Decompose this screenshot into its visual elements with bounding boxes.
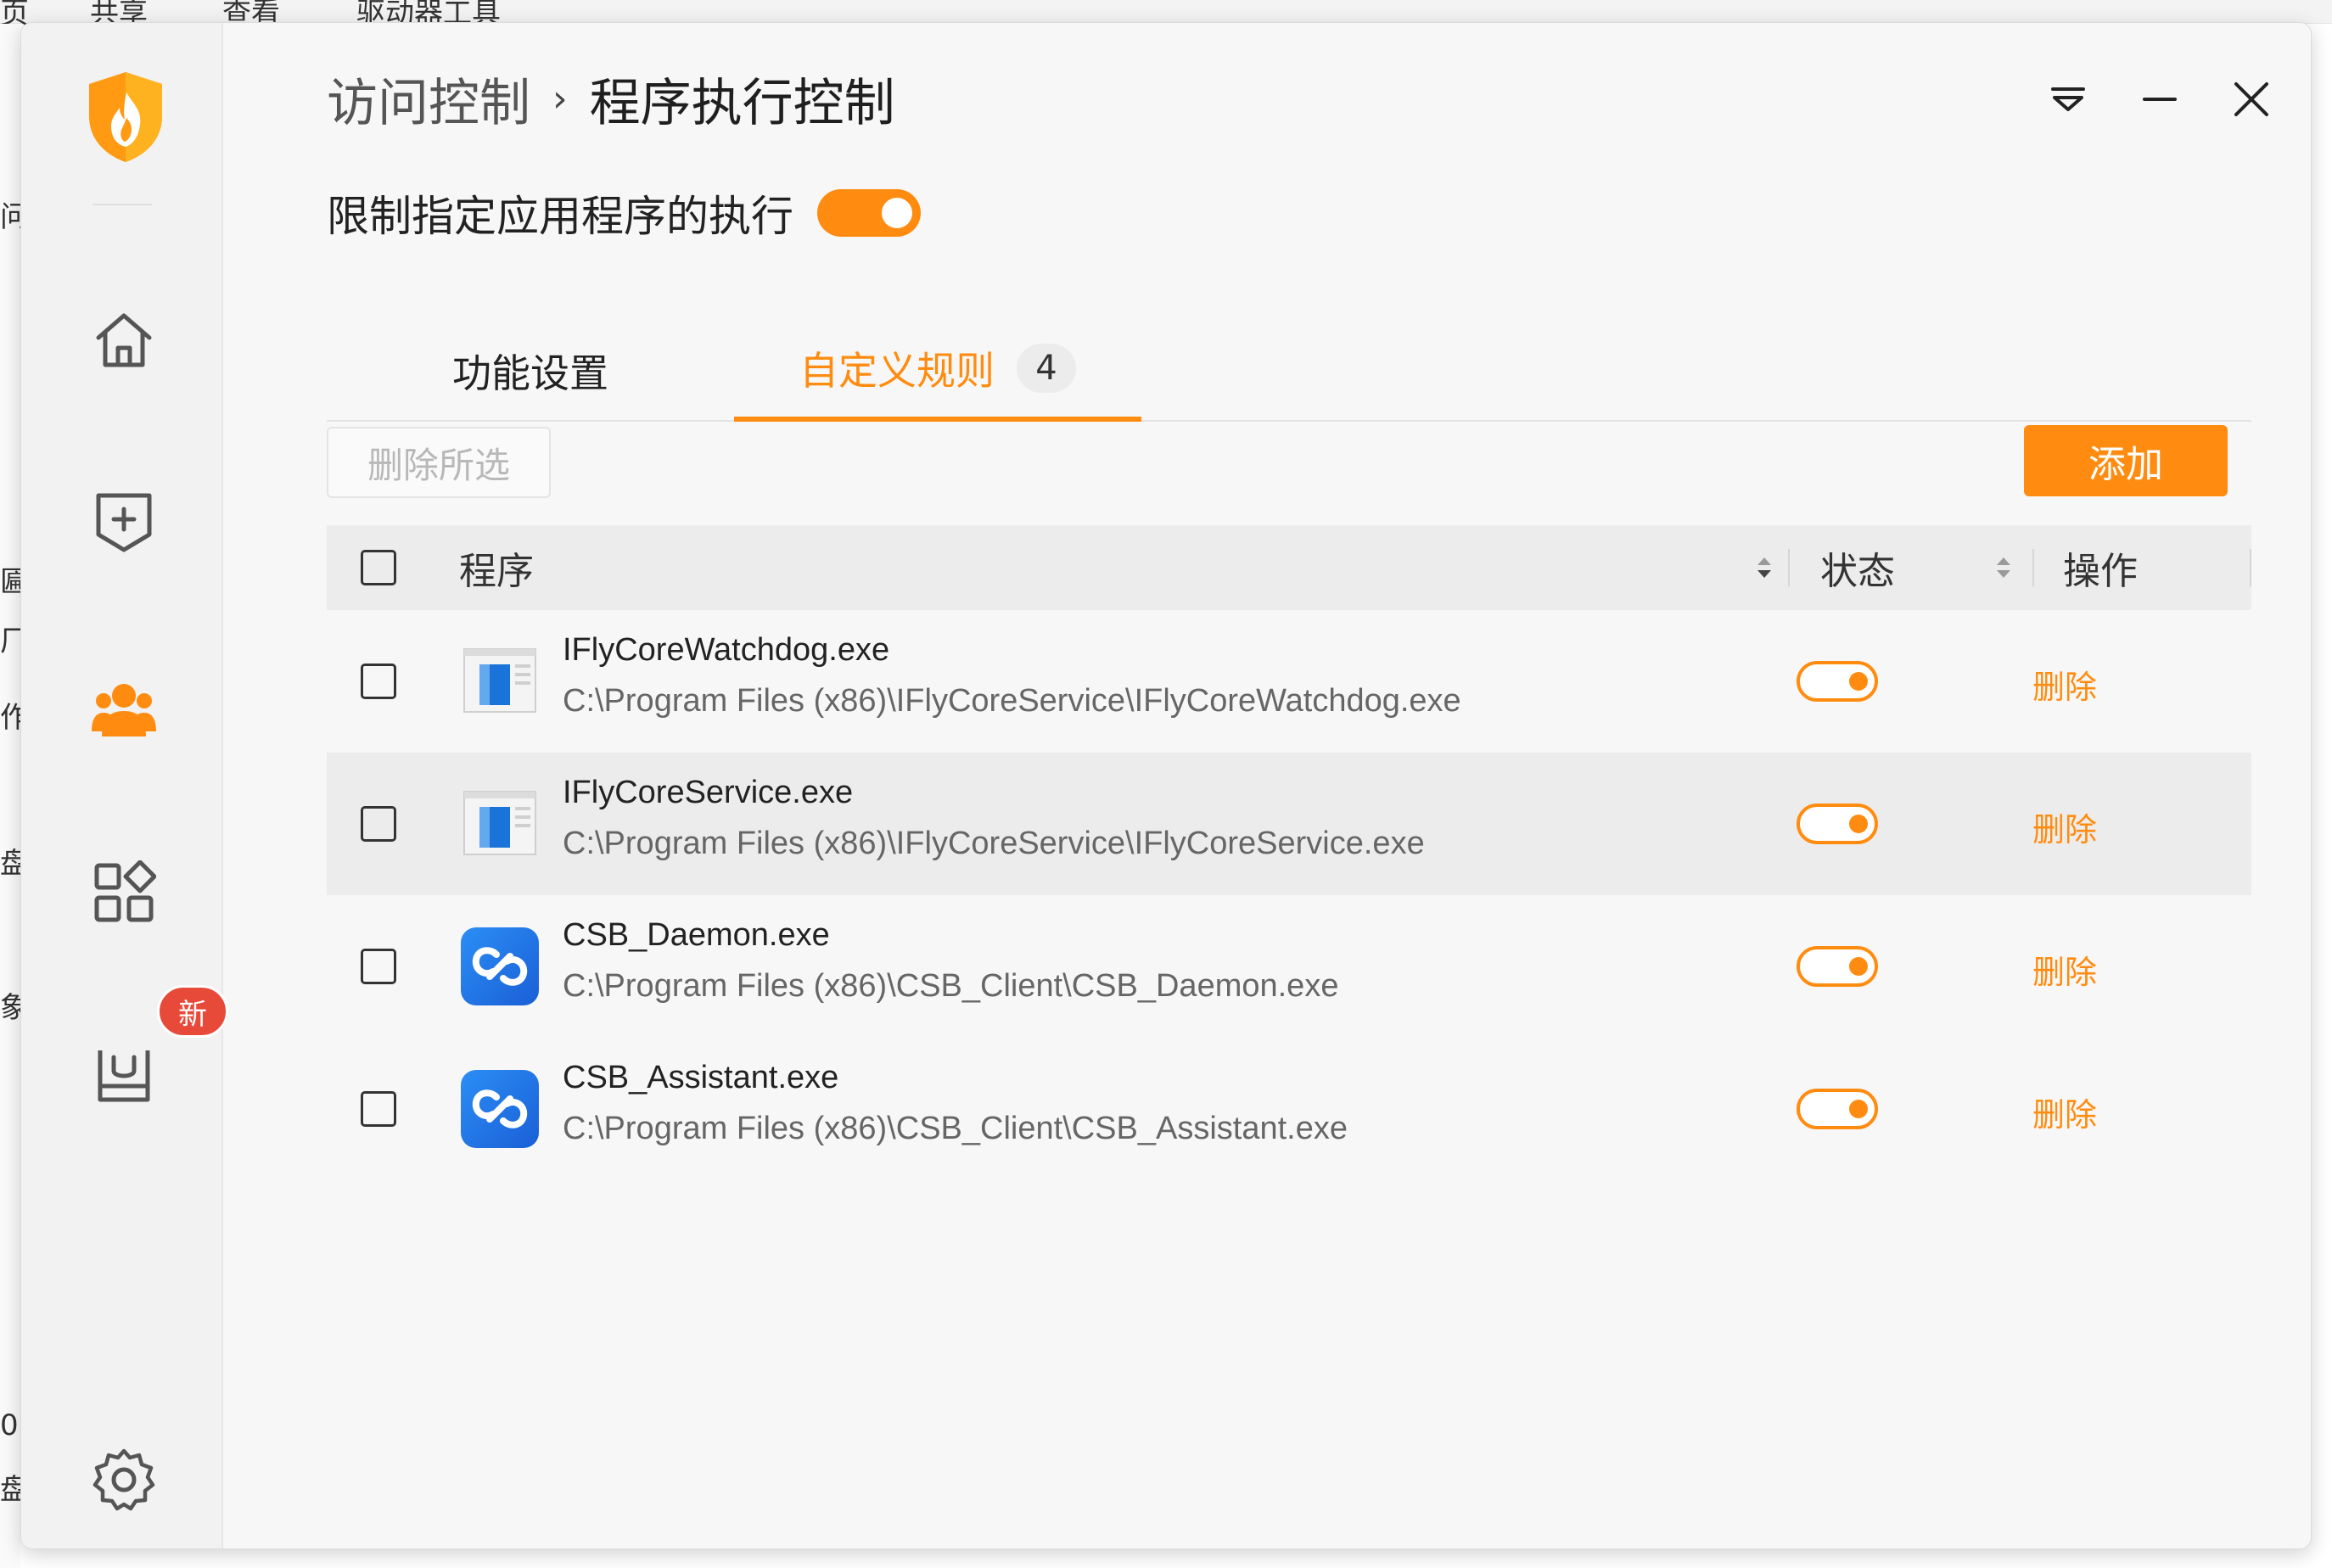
tab-label: 功能设置 <box>452 350 608 396</box>
tab-custom-rules[interactable]: 自定义规则 4 <box>734 320 1141 422</box>
table-row[interactable]: CSB_Assistant.exe C:\Program Files (x86)… <box>327 1038 2251 1180</box>
close-icon <box>2234 82 2268 116</box>
status-toggle[interactable] <box>1797 661 1878 702</box>
menu-dropdown-icon <box>2051 87 2085 111</box>
restrict-execution-row: 限制指定应用程序的执行 <box>327 182 921 244</box>
sidebar-item-toolbox[interactable] <box>89 1039 159 1109</box>
background-explorer-menubar: 页 共享 查看 驱动器工具 <box>0 0 2332 31</box>
app-window: 新 访问控制 › 程序执行控制 限制指定应用程序的执行 功能设置 自定义规则 4… <box>20 22 2312 1549</box>
program-path: C:\Program Files (x86)\IFlyCoreService\I… <box>563 683 1461 719</box>
program-name: IFlyCoreWatchdog.exe <box>563 632 890 668</box>
new-badge: 新 <box>157 985 228 1038</box>
shield-plus-icon <box>96 493 152 552</box>
column-header-action: 操作 <box>2063 525 2138 610</box>
status-toggle[interactable] <box>1797 946 1878 987</box>
sidebar-item-apps[interactable] <box>89 858 159 927</box>
rule-count-badge: 4 <box>1017 344 1076 393</box>
sidebar-item-settings[interactable] <box>89 1445 159 1515</box>
sidebar: 新 <box>21 23 228 1548</box>
table-row[interactable]: IFlyCoreWatchdog.exe C:\Program Files (x… <box>327 610 2251 753</box>
column-divider <box>2032 549 2034 586</box>
toolbox-icon <box>98 1050 150 1102</box>
app-logo-shield-flame-icon <box>89 72 162 162</box>
column-divider <box>1788 549 1790 586</box>
status-toggle[interactable] <box>1797 804 1878 844</box>
sidebar-item-protection[interactable] <box>89 488 159 557</box>
sidebar-item-home[interactable] <box>89 305 159 374</box>
column-header-label: 操作 <box>2063 550 2138 593</box>
close-button[interactable] <box>2229 77 2273 121</box>
sort-status-icon[interactable] <box>1997 525 2010 610</box>
program-name: CSB_Assistant.exe <box>563 1060 839 1095</box>
menu-dropdown-button[interactable] <box>2046 77 2090 121</box>
delete-link[interactable]: 删除 <box>2032 804 2097 850</box>
tab-feature-settings[interactable]: 功能设置 <box>327 320 734 422</box>
program-path: C:\Program Files (x86)\CSB_Client\CSB_As… <box>563 1111 1348 1146</box>
breadcrumb: 访问控制 › 程序执行控制 <box>327 62 895 136</box>
users-icon <box>92 684 156 736</box>
main-content: 访问控制 › 程序执行控制 限制指定应用程序的执行 功能设置 自定义规则 4 删… <box>225 23 2311 1548</box>
row-checkbox[interactable] <box>361 1091 396 1127</box>
restrict-execution-label: 限制指定应用程序的执行 <box>327 192 793 241</box>
program-path: C:\Program Files (x86)\CSB_Client\CSB_Da… <box>563 968 1339 1004</box>
breadcrumb-separator: › <box>552 77 568 120</box>
status-toggle[interactable] <box>1797 1089 1878 1129</box>
select-all-checkbox[interactable] <box>361 550 396 585</box>
window-app-icon <box>463 791 536 855</box>
csb-link-icon <box>461 927 539 1005</box>
delete-link[interactable]: 删除 <box>2032 946 2097 993</box>
page-title: 程序执行控制 <box>589 74 895 133</box>
row-checkbox[interactable] <box>361 949 396 984</box>
add-button[interactable]: 添加 <box>2024 425 2228 496</box>
window-app-icon <box>463 648 536 713</box>
table-row[interactable]: IFlyCoreService.exe C:\Program Files (x8… <box>327 753 2251 895</box>
table-header: 程序 状态 操作 <box>327 525 2251 610</box>
background-explorer-left: 问 匾 厂 作 盘 象 0 盘 <box>0 24 29 1568</box>
program-path: C:\Program Files (x86)\IFlyCoreService\I… <box>563 826 1425 861</box>
sort-program-icon[interactable] <box>1757 525 1771 610</box>
program-name: CSB_Daemon.exe <box>563 917 830 953</box>
column-header-program[interactable]: 程序 <box>459 525 534 610</box>
column-divider <box>2250 549 2251 586</box>
sidebar-item-access-control[interactable] <box>89 675 159 744</box>
table-row[interactable]: CSB_Daemon.exe C:\Program Files (x86)\CS… <box>327 895 2251 1038</box>
bg-fragment: 0 <box>0 1408 19 1442</box>
column-header-label: 程序 <box>459 550 534 593</box>
window-controls <box>2046 77 2273 121</box>
column-header-status[interactable]: 状态 <box>1820 525 1895 610</box>
minimize-button[interactable] <box>2138 77 2182 121</box>
restrict-execution-toggle[interactable] <box>817 189 921 237</box>
program-name: IFlyCoreService.exe <box>563 775 854 810</box>
tab-bar: 功能设置 自定义规则 4 <box>327 320 2251 422</box>
csb-link-icon <box>461 1070 539 1148</box>
rules-table: 程序 状态 操作 IFlyCoreWatchdog.exe C:\Program… <box>327 525 2251 1180</box>
row-checkbox[interactable] <box>361 664 396 699</box>
sidebar-divider <box>92 204 152 205</box>
breadcrumb-parent[interactable]: 访问控制 <box>327 62 530 136</box>
minimize-icon <box>2143 98 2177 101</box>
home-icon <box>96 313 152 367</box>
select-all-cell <box>361 525 396 610</box>
tab-label: 自定义规则 <box>799 348 995 394</box>
delete-link[interactable]: 删除 <box>2032 661 2097 708</box>
delete-selected-button[interactable]: 删除所选 <box>327 427 551 498</box>
column-header-label: 状态 <box>1820 550 1895 593</box>
row-checkbox[interactable] <box>361 806 396 842</box>
delete-link[interactable]: 删除 <box>2032 1089 2097 1135</box>
apps-grid-icon <box>94 860 156 922</box>
settings-gear-icon <box>92 1448 155 1511</box>
